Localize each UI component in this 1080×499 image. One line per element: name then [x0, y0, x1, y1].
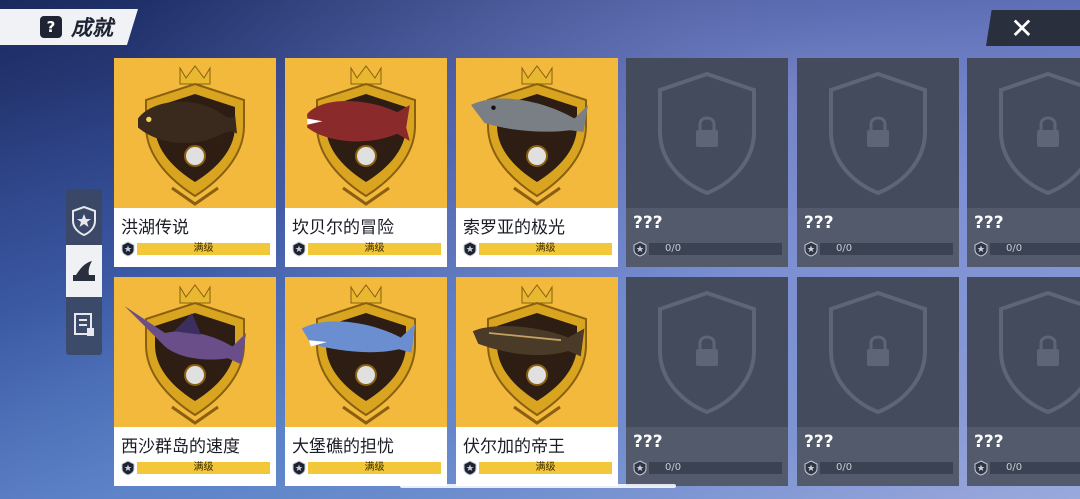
- progress-label: 0/0: [836, 243, 853, 254]
- locked-achievement-card[interactable]: ??? 0/0: [797, 58, 959, 267]
- locked-achievement-card[interactable]: ??? 0/0: [626, 58, 788, 267]
- lock-shield-icon: [658, 290, 756, 415]
- progress-label: 满级: [193, 462, 214, 473]
- achievement-progress: 满级: [291, 460, 441, 476]
- achievement-name: ???: [633, 432, 663, 452]
- progress-track: 满级: [479, 243, 612, 255]
- progress-label: 满级: [193, 243, 214, 254]
- achievement-card[interactable]: 大堡礁的担忧 满级: [285, 277, 447, 486]
- progress-label: 0/0: [665, 462, 682, 473]
- scroll-indicator[interactable]: [400, 484, 676, 488]
- progress-label: 满级: [535, 243, 556, 254]
- achievement-card[interactable]: 西沙群岛的速度 满级: [114, 277, 276, 486]
- progress-track: 满级: [308, 462, 441, 474]
- side-tab-bar: [66, 189, 102, 355]
- progress-label: 满级: [364, 462, 385, 473]
- achievement-progress: 满级: [120, 241, 270, 257]
- achievement-name: 西沙群岛的速度: [121, 437, 240, 457]
- achievement-name: ???: [804, 432, 834, 452]
- progress-label: 0/0: [1006, 462, 1023, 473]
- achievement-card[interactable]: 索罗亚的极光 满级: [456, 58, 618, 267]
- achievement-name: ???: [974, 432, 1004, 452]
- achievement-name: 索罗亚的极光: [463, 218, 565, 238]
- close-icon: ✕: [1010, 11, 1034, 45]
- star-badge-icon: [804, 241, 818, 257]
- star-badge-icon: [463, 460, 477, 476]
- achievement-name: ???: [804, 213, 834, 233]
- lock-shield-icon: [999, 290, 1080, 415]
- achievement-name: 坎贝尔的冒险: [292, 218, 394, 238]
- progress-track: 0/0: [649, 462, 782, 474]
- progress-track: 0/0: [990, 243, 1080, 255]
- side-tab-achievements-star[interactable]: [66, 195, 102, 247]
- achievement-progress: 0/0: [632, 460, 782, 476]
- page-title: 成就: [71, 16, 113, 40]
- fish-emblem-icon: [124, 284, 246, 425]
- star-badge-icon: [804, 460, 818, 476]
- progress-track: 0/0: [820, 462, 953, 474]
- achievement-progress: 0/0: [632, 241, 782, 257]
- achievement-name: 洪湖传说: [121, 218, 189, 238]
- achievement-card[interactable]: 洪湖传说 满级: [114, 58, 276, 267]
- book-icon: [74, 313, 94, 336]
- achievement-progress: 满级: [462, 241, 612, 257]
- progress-track: 满级: [137, 462, 270, 474]
- achievement-name: 伏尔加的帝王: [463, 437, 565, 457]
- achievement-progress: 满级: [291, 241, 441, 257]
- fish-emblem-icon: [301, 284, 416, 425]
- lock-shield-icon: [999, 71, 1080, 196]
- achievement-progress: 0/0: [973, 460, 1080, 476]
- locked-achievement-card[interactable]: ??? 0/0: [797, 277, 959, 486]
- achievement-progress: 满级: [462, 460, 612, 476]
- achievement-progress: 0/0: [973, 241, 1080, 257]
- title-tab: ? 成就: [0, 9, 138, 45]
- achievement-card[interactable]: 伏尔加的帝王 满级: [456, 277, 618, 486]
- achievement-progress: 0/0: [803, 241, 953, 257]
- star-badge-icon: [463, 241, 477, 257]
- progress-label: 0/0: [1006, 243, 1023, 254]
- lock-shield-icon: [829, 290, 927, 415]
- fish-emblem-icon: [138, 65, 245, 206]
- progress-label: 0/0: [836, 462, 853, 473]
- progress-track: 0/0: [990, 462, 1080, 474]
- achievement-name: 大堡礁的担忧: [292, 437, 394, 457]
- star-badge-icon: [292, 460, 306, 476]
- star-badge-icon: [633, 241, 647, 257]
- progress-track: 满级: [308, 243, 441, 255]
- star-badge-icon: [974, 241, 988, 257]
- lock-shield-icon: [829, 71, 927, 196]
- locked-achievement-card[interactable]: ??? 0/0: [626, 277, 788, 486]
- progress-track: 0/0: [649, 243, 782, 255]
- fish-emblem-icon: [307, 65, 416, 206]
- progress-track: 0/0: [820, 243, 953, 255]
- star-badge-icon: [121, 460, 135, 476]
- progress-label: 满级: [535, 462, 556, 473]
- star-badge-icon: [633, 460, 647, 476]
- fish-emblem-icon: [471, 65, 588, 206]
- close-button[interactable]: ✕: [986, 10, 1080, 46]
- shark-fin-icon: [73, 261, 95, 281]
- side-tab-book[interactable]: [66, 299, 102, 351]
- achievement-progress: 满级: [120, 460, 270, 476]
- star-badge-icon: [121, 241, 135, 257]
- star-shield-icon: [72, 206, 96, 236]
- locked-achievement-card[interactable]: ??? 0/0: [967, 58, 1080, 267]
- achievement-name: ???: [633, 213, 663, 233]
- progress-label: 满级: [364, 243, 385, 254]
- star-badge-icon: [974, 460, 988, 476]
- achievement-card[interactable]: 坎贝尔的冒险 满级: [285, 58, 447, 267]
- help-icon[interactable]: ?: [40, 16, 62, 38]
- progress-track: 满级: [137, 243, 270, 255]
- side-tab-fish[interactable]: [66, 245, 102, 297]
- lock-shield-icon: [658, 71, 756, 196]
- progress-track: 满级: [479, 462, 612, 474]
- locked-achievement-card[interactable]: ??? 0/0: [967, 277, 1080, 486]
- star-badge-icon: [292, 241, 306, 257]
- achievement-name: ???: [974, 213, 1004, 233]
- fish-emblem-icon: [472, 284, 587, 425]
- progress-label: 0/0: [665, 243, 682, 254]
- achievement-progress: 0/0: [803, 460, 953, 476]
